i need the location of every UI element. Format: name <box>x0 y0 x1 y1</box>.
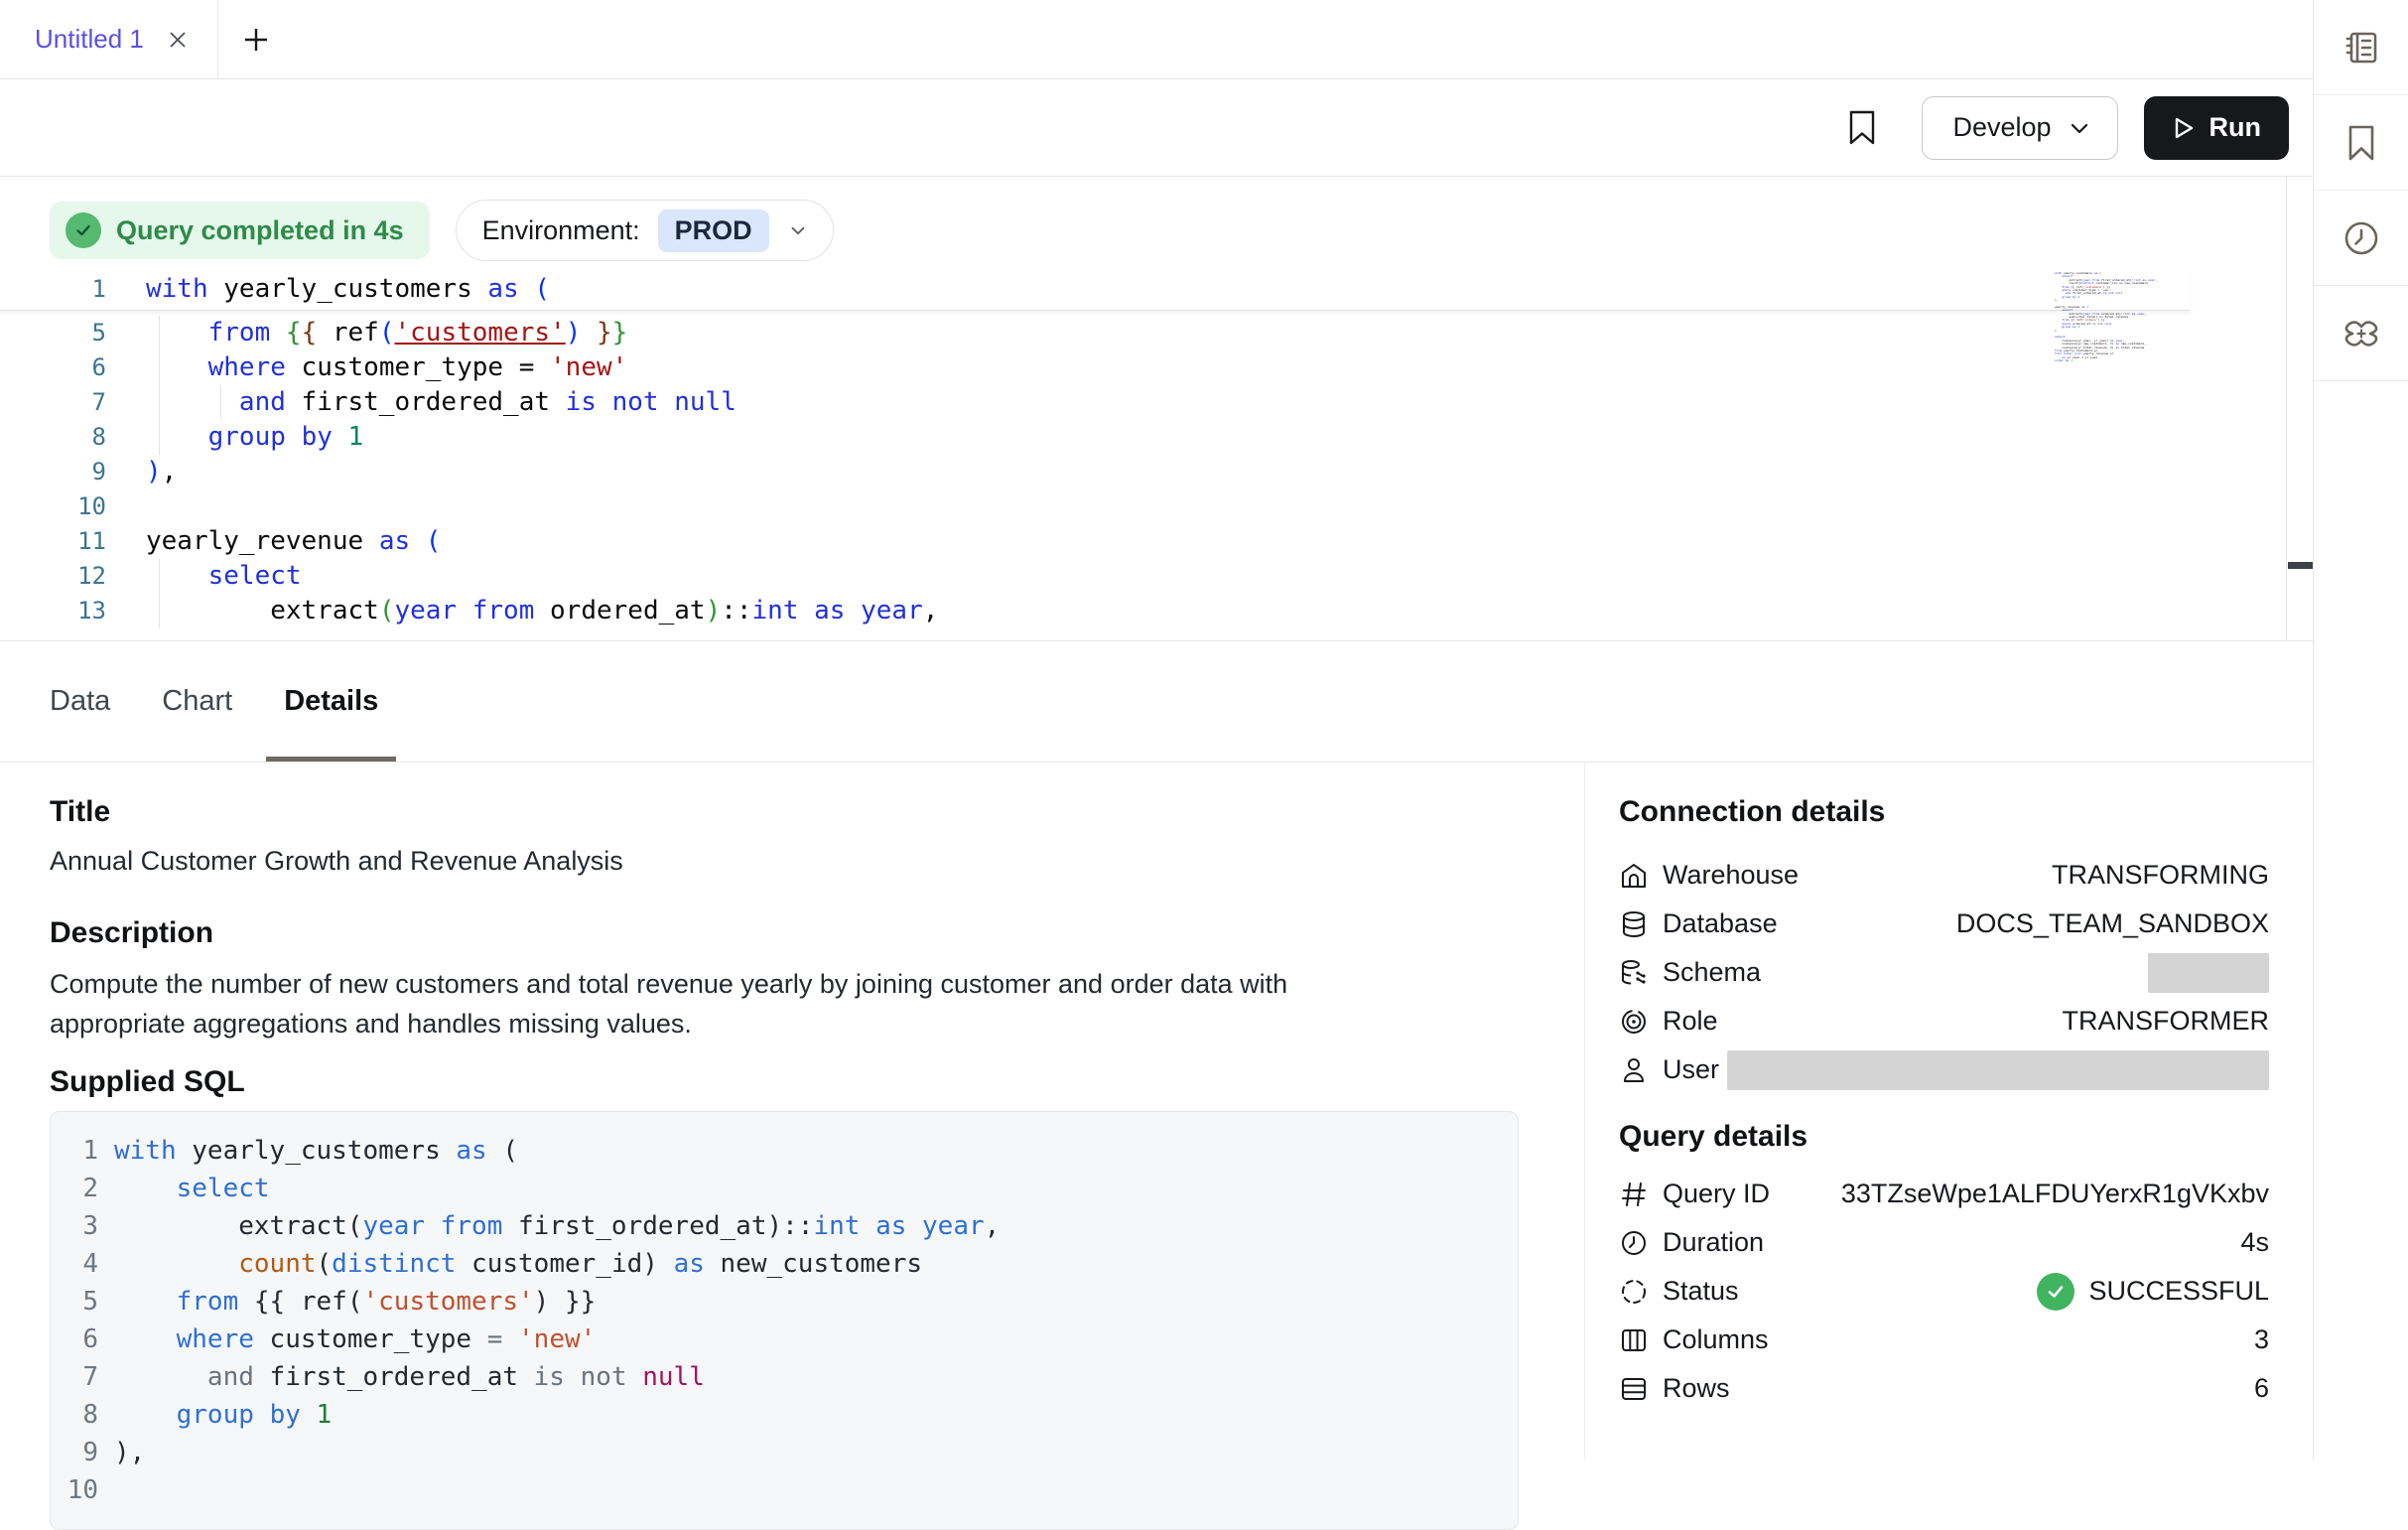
sql-editor[interactable]: Query completed in 4s Environment: PROD … <box>0 177 2313 641</box>
connection-details-heading: Connection details <box>1619 795 2269 829</box>
duration-value: 4s <box>2240 1227 2269 1258</box>
schema-icon <box>1619 958 1649 988</box>
explore-panel-button[interactable] <box>2314 286 2408 381</box>
row-rows: Rows 6 <box>1619 1364 2269 1413</box>
supplied-sql-block: 1with yearly_customers as (2 select3 ext… <box>50 1111 1519 1530</box>
database-value: DOCS_TEAM_SANDBOX <box>1956 908 2269 939</box>
notebook-panel-button[interactable] <box>2314 0 2408 95</box>
tab-untitled-1[interactable]: Untitled 1 <box>0 0 218 78</box>
environment-value: PROD <box>658 209 769 252</box>
row-database: Database DOCS_TEAM_SANDBOX <box>1619 900 2269 948</box>
check-circle-icon <box>66 212 101 248</box>
user-value-redacted <box>1727 1050 2269 1090</box>
bookmarks-panel-button[interactable] <box>2314 95 2408 191</box>
columns-value: 3 <box>2254 1324 2269 1355</box>
editor-code-lines[interactable]: 5 from {{ ref('customers') }}6 where cus… <box>0 316 2190 628</box>
success-check-icon <box>2037 1273 2074 1311</box>
query-details-heading: Query details <box>1619 1120 2269 1154</box>
description-heading: Description <box>50 916 1584 950</box>
tab-details[interactable]: Details <box>282 641 380 762</box>
row-status: Status SUCCESSFUL <box>1619 1267 2269 1316</box>
tab-data[interactable]: Data <box>48 641 112 762</box>
title-value: Annual Customer Growth and Revenue Analy… <box>50 841 1409 881</box>
spinner-icon <box>1619 1277 1649 1307</box>
bookmark-icon <box>2342 122 2380 164</box>
rows-value: 6 <box>2254 1373 2269 1404</box>
play-icon <box>2168 113 2198 143</box>
columns-icon <box>1619 1325 1649 1355</box>
row-query-id: Query ID 33TZseWpe1ALFDUYerxR1gVKxbv <box>1619 1170 2269 1218</box>
tab-title: Untitled 1 <box>35 24 144 55</box>
schema-value-redacted <box>2148 953 2269 993</box>
query-id-value: 33TZseWpe1ALFDUYerxR1gVKxbv <box>1841 1179 2269 1209</box>
tab-bar: Untitled 1 <box>0 0 2313 79</box>
compass-star-icon <box>2340 312 2383 355</box>
details-sidebar: Connection details Warehouse TRANSFORMIN… <box>1584 763 2313 1460</box>
editor-scrollbar[interactable] <box>2286 177 2313 640</box>
result-tab-bar: Data Chart Details <box>0 641 2313 763</box>
right-icon-rail <box>2313 0 2408 1460</box>
tab-chart[interactable]: Chart <box>160 641 234 762</box>
role-icon <box>1619 1007 1649 1037</box>
user-icon <box>1619 1055 1649 1085</box>
status-row: Query completed in 4s Environment: PROD <box>50 200 834 261</box>
row-user: User <box>1619 1045 2269 1094</box>
new-tab-button[interactable] <box>242 26 270 54</box>
history-panel-button[interactable] <box>2314 191 2408 286</box>
title-heading: Title <box>50 795 1584 829</box>
environment-label: Environment: <box>482 215 640 246</box>
query-status-text: Query completed in 4s <box>116 215 404 246</box>
toolbar: Develop Run <box>0 79 2313 177</box>
warehouse-value: TRANSFORMING <box>2052 860 2269 891</box>
editor-sticky-line[interactable]: 1with yearly_customers as ( <box>0 270 2190 311</box>
status-value: SUCCESSFUL <box>2037 1273 2269 1311</box>
row-columns: Columns 3 <box>1619 1316 2269 1364</box>
rows-icon <box>1619 1374 1649 1404</box>
clock-icon <box>1619 1228 1649 1258</box>
indent-guide <box>159 559 160 628</box>
supplied-sql-heading: Supplied SQL <box>50 1065 1584 1099</box>
environment-selector[interactable]: Environment: PROD <box>456 200 834 261</box>
row-warehouse: Warehouse TRANSFORMING <box>1619 851 2269 900</box>
editor-minimap[interactable]: with yearly_customers as ( select extrac… <box>2055 272 2172 369</box>
close-tab-icon[interactable] <box>166 28 190 52</box>
query-status-pill: Query completed in 4s <box>50 202 430 259</box>
run-button[interactable]: Run <box>2144 96 2289 160</box>
indent-guide <box>220 385 221 420</box>
hash-icon <box>1619 1180 1649 1209</box>
develop-button[interactable]: Develop <box>1922 96 2117 160</box>
row-schema: Schema <box>1619 948 2269 997</box>
details-panel: Title Annual Customer Growth and Revenue… <box>0 763 2313 1460</box>
indent-guide <box>159 316 160 455</box>
notebook-icon <box>2341 27 2382 69</box>
run-label: Run <box>2209 112 2261 143</box>
warehouse-icon <box>1619 861 1649 891</box>
database-icon <box>1619 909 1649 939</box>
chevron-down-icon <box>787 219 809 241</box>
chevron-down-icon <box>2068 116 2091 140</box>
develop-label: Develop <box>1952 112 2051 143</box>
main-area: Untitled 1 Develop Run <box>0 0 2313 1460</box>
row-duration: Duration 4s <box>1619 1218 2269 1267</box>
bookmark-icon[interactable] <box>1846 110 1878 146</box>
details-content: Title Annual Customer Growth and Revenue… <box>0 763 1584 1460</box>
description-value: Compute the number of new customers and … <box>50 964 1409 1043</box>
row-role: Role TRANSFORMER <box>1619 997 2269 1045</box>
role-value: TRANSFORMER <box>2063 1006 2270 1037</box>
history-clock-icon <box>2341 217 2382 259</box>
scrollbar-thumb[interactable] <box>2288 562 2313 569</box>
